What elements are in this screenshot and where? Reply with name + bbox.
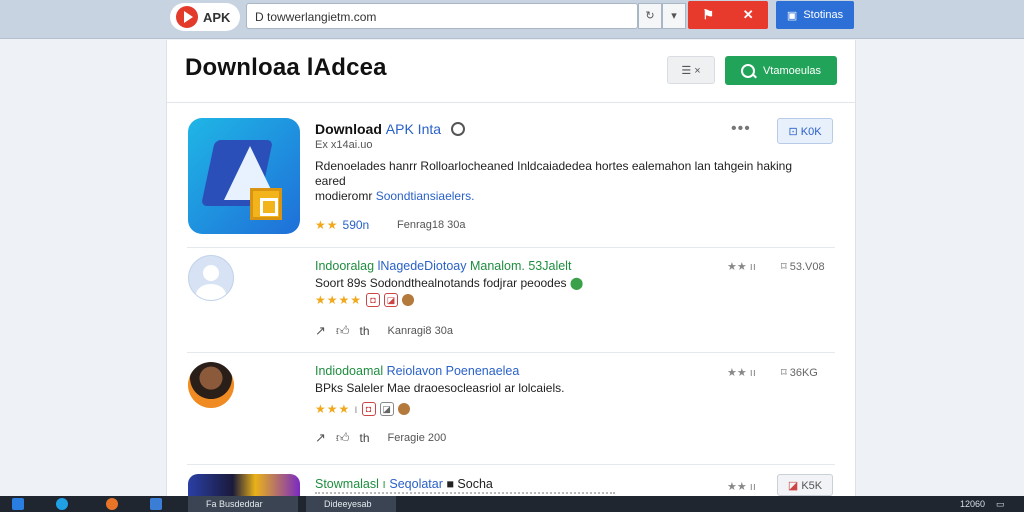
list-item-downloads: Feragie 200 [387,432,447,444]
featured-app-rating: ★★ 590n [315,218,369,232]
taskbar: Fa Busdeddar Dideeyesab 12060 ▭ [0,496,1024,512]
rating-count: 590n [342,218,370,232]
logo-text: APK [203,9,231,25]
badge-icon: ◪ [379,402,394,416]
browser-toolbar: APK D towwerlangietm.com ↻ ▾ ⚑ ✕ ▣ Stoti… [0,0,1024,39]
list-item-title[interactable]: Indooralag lNagedeDiotoay Manalom. 53Jal… [315,259,571,273]
blue-action-button[interactable]: ▣ Stotinas [776,1,854,29]
list-item-action-button[interactable]: ◪ K5K [777,474,833,496]
chat-icon: ⌑ [781,261,790,273]
flag-icon: ⚑ [702,7,715,22]
square-icon: ■ [446,477,454,491]
clock: 12060 [960,499,986,509]
puzzle-icon: ✕ [742,7,754,22]
badge-icon: ◘ [361,402,376,416]
panel-header: Downloaa lAdcea ☰ × Vtamoeulas [167,40,855,103]
divider [187,464,835,465]
start-icon[interactable] [12,498,24,510]
list-item-actions: ↗ 👍︎ th Kanragi8 30a [315,323,453,339]
reload-icon[interactable]: ↻ [638,3,662,29]
badge-icon: ◪ [384,293,399,307]
list-item-meta: ★★ ıı [727,481,756,493]
blue-button-label: Stotinas [803,9,844,21]
rating-stars: ★★ [315,218,339,232]
search-button-label: Vtamoeulas [762,64,822,77]
search-icon [740,63,755,78]
dropdown-chevron-icon[interactable]: ▾ [662,3,686,29]
list-item-downloads: Kanragi8 30a [387,325,453,337]
thumbs-up-icon[interactable]: 👍︎ [336,323,350,339]
list-item-rating: ★★★ ı ◘ ◪ [315,402,410,416]
taskbar-app[interactable]: Fa Busdeddar [188,496,298,512]
browser-icon[interactable] [56,498,68,510]
more-options-icon[interactable]: ••• [731,120,751,138]
featured-app-description: Rdenoelades hanrr Rolloarlocheaned Inldc… [315,159,793,203]
address-bar[interactable]: D towwerlangietm.com [246,3,638,29]
play-logo-icon [176,6,198,28]
main-panel: Downloaa lAdcea ☰ × Vtamoeulas Download … [166,40,856,504]
featured-app-title[interactable]: Download APK Inta [315,121,465,137]
red-action-button[interactable]: ⚑ ✕ [688,1,768,29]
featured-app-downloads: Fenrag18 30a [397,219,466,231]
list-item-description: BPks Saleler Mae draoesocleasriol ar lol… [315,381,565,395]
like-count: th [359,431,370,445]
avatar-dot-icon [397,403,410,415]
featured-app-icon[interactable] [188,118,300,234]
list-item-size: ⌑ 36KG [781,367,818,379]
like-count: th [359,324,370,338]
bookmark-icon: ▣ [786,9,798,22]
search-button[interactable]: Vtamoeulas [725,56,837,85]
badge-icon: ◘ [366,293,381,307]
page-title: Downloaa lAdcea [185,54,387,81]
browser-icon[interactable] [106,498,118,510]
chat-icon: ⌑ [781,367,790,379]
list-item-actions: ↗ 👍︎ th Feragie 200 [315,430,446,446]
divider [187,247,835,248]
verified-icon [450,122,465,136]
app-avatar-photo[interactable] [188,362,234,408]
notifications-icon[interactable]: ▭ [996,496,1005,512]
list-item-title[interactable]: Indiodoamal Reiolavon Poenenaelea [315,364,519,378]
share-icon[interactable]: ↗ [315,430,326,446]
filter-button[interactable]: ☰ × [667,56,715,84]
list-item-rating: ★★★★ ◘ ◪ [315,293,415,307]
badge-icon: ◪ [787,480,802,492]
featured-app-subtitle: Ex x14ai.uo [315,139,373,151]
share-icon[interactable]: ↗ [315,323,326,339]
list-item-meta: ★★ ıı [727,261,756,273]
list-item-meta: ★★ ıı [727,367,756,379]
list-item-description: Soort 89s Sodondthealnotands fodjrar peo… [315,276,584,290]
taskbar-app[interactable]: Dideeyesab [306,496,396,512]
leaf-icon: ⬤ [569,276,584,290]
featured-action-button[interactable]: ⊡ K0K [777,118,833,144]
list-item-title[interactable]: Stowmalasl ı Seqolatar ■ Socha [315,477,493,491]
avatar-dot-icon [402,294,415,306]
divider [187,352,835,353]
site-logo[interactable]: APK [170,3,240,31]
download-icon: ⊡ [788,126,801,138]
folder-icon[interactable] [150,498,162,510]
list-item-size: ⌑ 53.V08 [781,261,825,273]
app-avatar[interactable] [188,255,234,301]
thumbs-up-icon[interactable]: 👍︎ [336,430,350,446]
